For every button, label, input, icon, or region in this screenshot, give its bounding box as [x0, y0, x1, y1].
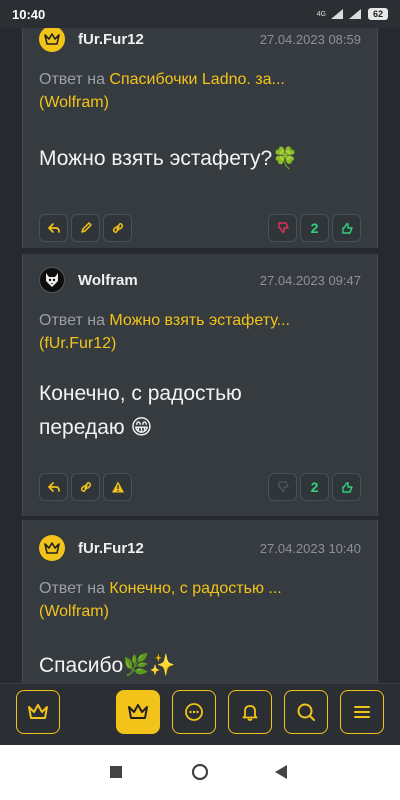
home-icon[interactable] [191, 763, 209, 781]
link-icon [80, 481, 91, 493]
comment-card: fUr.Fur12 27.04.2023 08:59 Ответ на Спас… [22, 28, 378, 248]
wolf-icon [46, 273, 58, 287]
link-button[interactable] [103, 214, 132, 242]
author-avatar[interactable] [39, 535, 65, 561]
reply-link[interactable]: Можно взять эстафету... [109, 312, 290, 329]
thumb-down-icon [277, 222, 289, 234]
comment-card: Wolfram 27.04.2023 09:47 Ответ на Можно … [22, 254, 378, 516]
link-button[interactable] [71, 473, 100, 501]
bell-icon [242, 705, 258, 721]
crown-icon [44, 33, 60, 45]
author-name[interactable]: fUr.Fur12 [78, 31, 144, 48]
comment-date: 27.04.2023 10:40 [259, 540, 361, 556]
pencil-icon [80, 222, 92, 233]
thumb-down-icon [277, 481, 289, 493]
reply-button[interactable] [39, 473, 68, 501]
reply-author[interactable]: (Wolfram) [39, 603, 109, 620]
link-icon [112, 222, 123, 234]
nav-feed-button[interactable] [116, 690, 160, 734]
thumb-up-icon [341, 481, 353, 493]
reply-author[interactable]: (Wolfram) [39, 94, 109, 111]
author-avatar[interactable] [39, 28, 65, 52]
reply-reference: Ответ на Можно взять эстафету... (fUr.Fu… [39, 309, 355, 355]
reply-reference: Ответ на Конечно, с радостью ... (Wolfra… [39, 577, 355, 623]
reply-reference: Ответ на Спасибочки Ladno. за... (Wolfra… [39, 68, 355, 114]
signal-icon [330, 9, 343, 19]
recent-apps-icon[interactable] [109, 765, 123, 779]
vote-count: 2 [300, 214, 329, 242]
signal-icon-2 [348, 9, 361, 19]
crown-icon [28, 704, 48, 719]
home-logo-button[interactable] [16, 690, 60, 734]
comment-card: fUr.Fur12 27.04.2023 10:40 Ответ на Коне… [22, 520, 378, 683]
nav-search-button[interactable] [284, 690, 328, 734]
crown-icon [44, 542, 60, 554]
nav-notifications-button[interactable] [228, 690, 272, 734]
reply-link[interactable]: Спасибочки Ladno. за... [109, 71, 284, 88]
chat-bubble-icon [185, 703, 203, 721]
downvote-button[interactable] [268, 473, 297, 501]
comments-feed[interactable]: fUr.Fur12 27.04.2023 08:59 Ответ на Спас… [0, 28, 400, 683]
report-button[interactable] [103, 473, 132, 501]
comment-date: 27.04.2023 09:47 [259, 272, 361, 288]
reply-prefix: Ответ на [39, 71, 105, 88]
author-name[interactable]: fUr.Fur12 [78, 540, 144, 557]
reply-prefix: Ответ на [39, 580, 105, 597]
battery-level: 62 [367, 8, 388, 20]
nav-menu-button[interactable] [340, 690, 384, 734]
system-nav-bar [0, 745, 400, 800]
thumb-up-icon [341, 222, 353, 234]
network-type: 4G [316, 10, 326, 18]
comment-body: Конечно, с радостью передаю 😁 [39, 382, 242, 439]
reply-prefix: Ответ на [39, 312, 105, 329]
reply-author[interactable]: (fUr.Fur12) [39, 335, 116, 352]
bottom-nav [0, 683, 400, 745]
reply-icon [47, 482, 60, 492]
status-time: 10:40 [12, 6, 46, 22]
menu-icon [354, 706, 370, 718]
author-name[interactable]: Wolfram [78, 272, 138, 289]
downvote-button[interactable] [268, 214, 297, 242]
upvote-button[interactable] [332, 473, 361, 501]
vote-count: 2 [300, 473, 329, 501]
comment-body: Спасибо🌿✨ [39, 654, 176, 677]
back-icon[interactable] [274, 764, 288, 780]
comment-body: Можно взять эстафету?🍀 [39, 147, 299, 170]
search-icon [297, 703, 315, 721]
author-avatar[interactable] [39, 267, 65, 293]
comment-date: 27.04.2023 08:59 [259, 31, 361, 47]
reply-button[interactable] [39, 214, 68, 242]
status-bar: 10:40 4G 62 [0, 0, 400, 28]
warning-icon [111, 481, 124, 493]
upvote-button[interactable] [332, 214, 361, 242]
crown-icon [128, 704, 148, 719]
edit-button[interactable] [71, 214, 100, 242]
nav-messages-button[interactable] [172, 690, 216, 734]
reply-link[interactable]: Конечно, с радостью ... [109, 580, 281, 597]
reply-icon [47, 223, 60, 233]
